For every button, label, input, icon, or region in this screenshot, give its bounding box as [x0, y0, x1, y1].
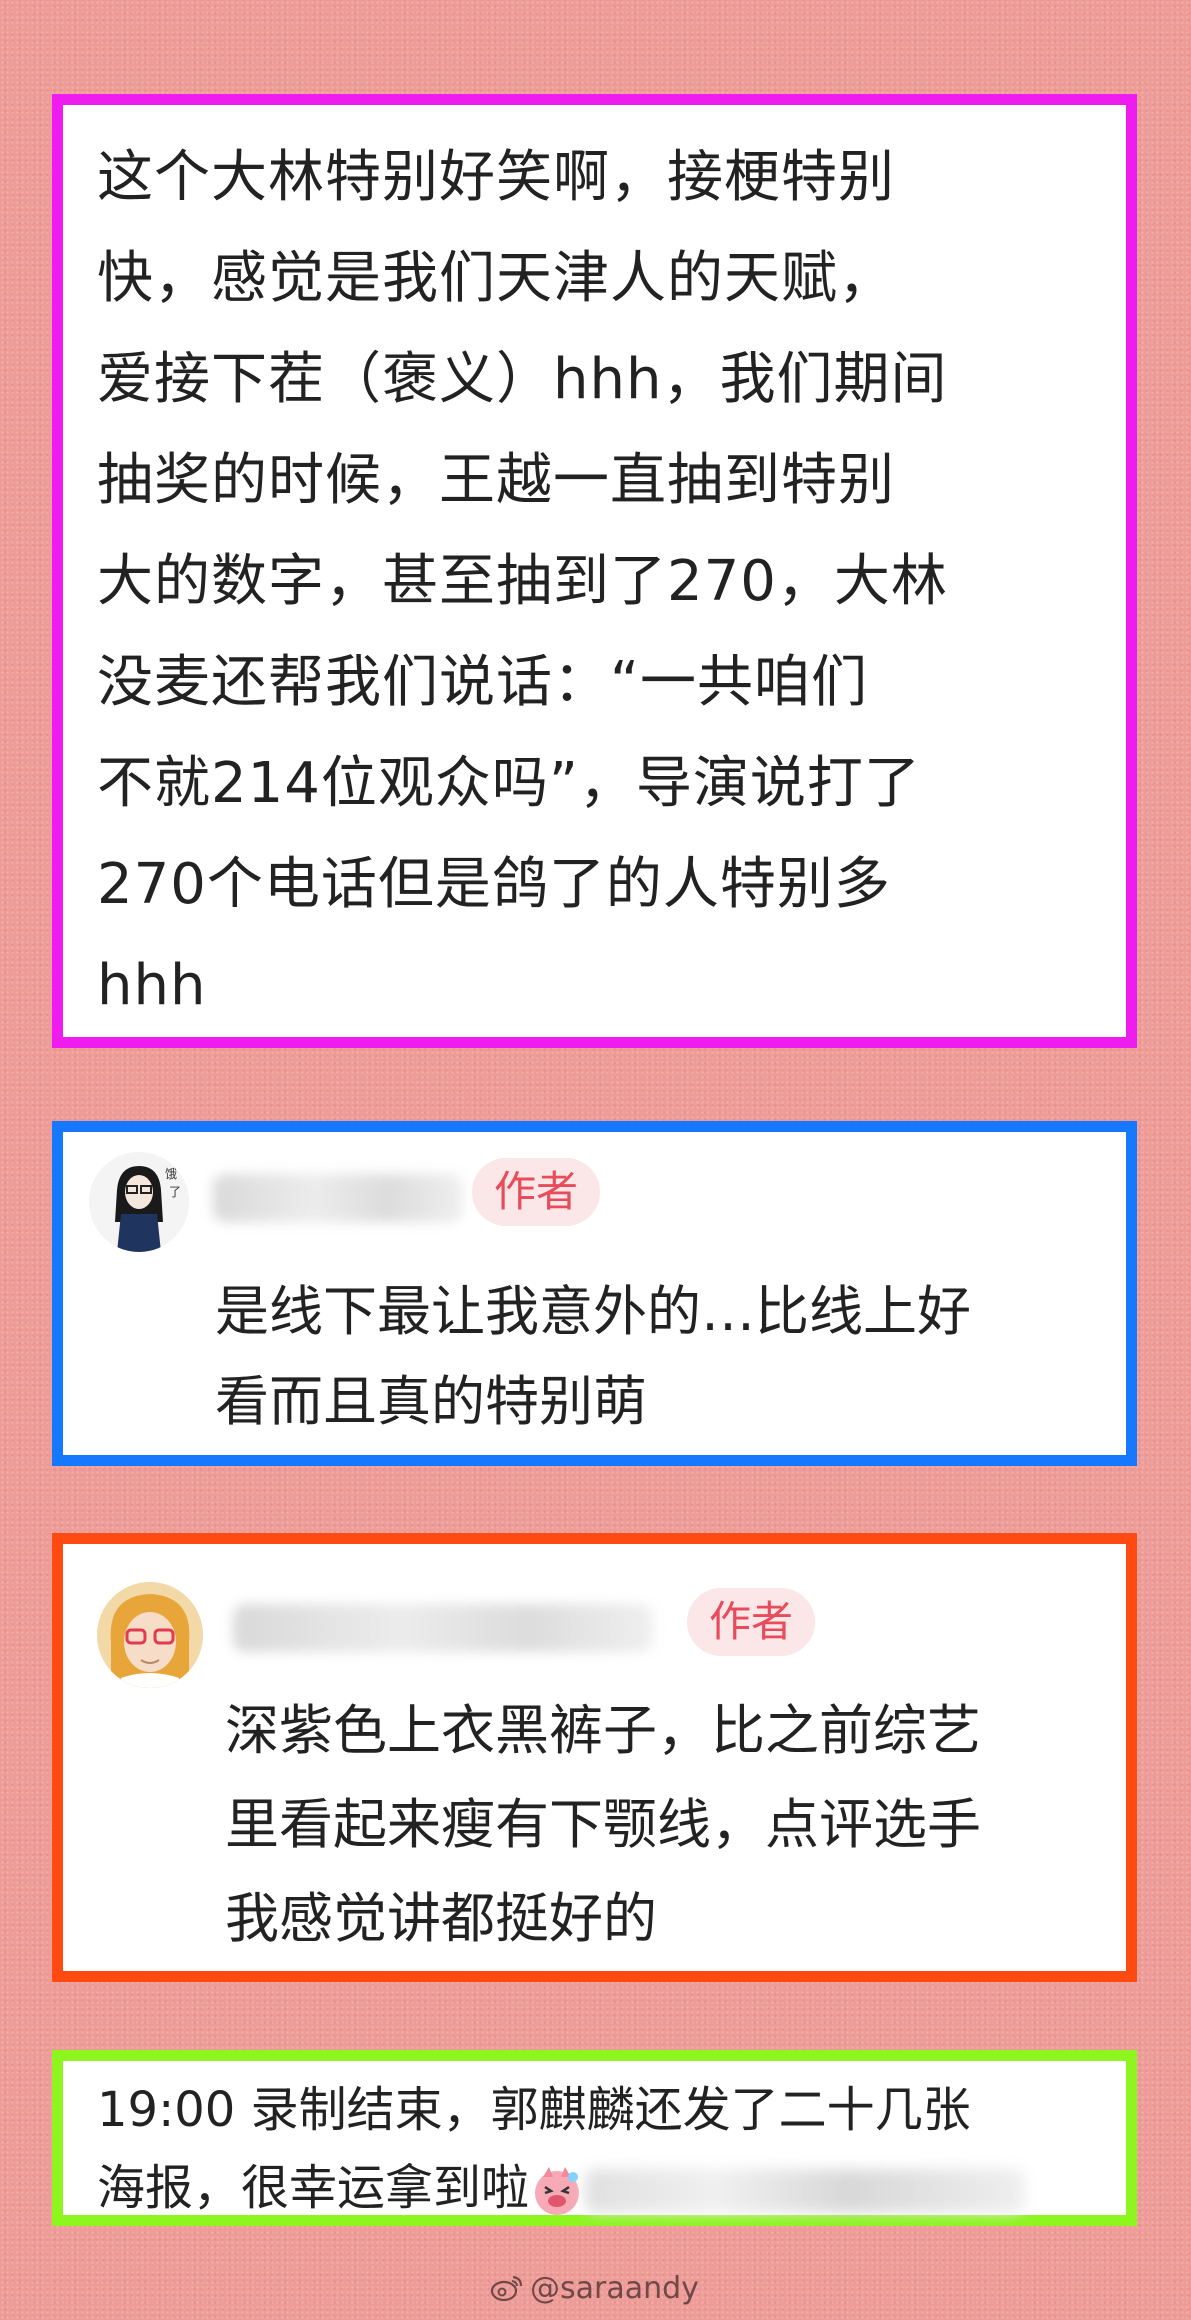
author-badge: 作者 [687, 1588, 816, 1656]
post-line: 没麦还帮我们说话：“一共咱们 [97, 650, 869, 715]
post-line: 这个大林特别好笑啊，接梗特别 [97, 145, 895, 210]
post-line: hhh [97, 953, 207, 1018]
reply-line: 是线下最让我意外的…比线上好 [215, 1280, 971, 1343]
post-line: 快，感觉是我们天津人的天赋， [97, 246, 895, 311]
post-line: 不就214位观众吗”，导演说打了 [97, 751, 921, 816]
reply-line: 我感觉讲都挺好的 [225, 1887, 657, 1950]
author-badge: 作者 [472, 1158, 601, 1226]
reply-text: 深紫色上衣黑裤子，比之前综艺 里看起来瘦有下颚线，点评选手 我感觉讲都挺好的 [225, 1684, 1125, 1966]
reply-line: 深紫色上衣黑裤子，比之前综艺 [225, 1699, 981, 1762]
post-line: 270个电话但是鸽了的人特别多 [97, 852, 891, 917]
note-text: 19:00 录制结束，郭麒麟还发了二十几张 海报，很幸运拿到啦 [97, 2071, 1097, 2227]
username-blurred[interactable] [213, 1174, 463, 1222]
avatar-photo-icon [97, 1582, 203, 1688]
reply-card-1: 饿 了 作者 是线下最让我意外的…比线上好 看而且真的特别萌 [52, 1121, 1137, 1466]
reply-text: 是线下最让我意外的…比线上好 看而且真的特别萌 [215, 1267, 1115, 1447]
post-line: 抽奖的时候，王越一直抽到特别 [97, 448, 895, 513]
avatar[interactable]: 饿 了 [89, 1152, 189, 1252]
post-text: 这个大林特别好笑啊，接梗特别 快，感觉是我们天津人的天赋， 爱接下茬（褒义）hhh，… [97, 127, 1098, 1036]
username-blurred[interactable] [233, 1604, 653, 1652]
watermark-handle: @saraandy [530, 2270, 699, 2306]
laughing-pig-emoji-icon [535, 2167, 580, 2215]
reply-line: 看而且真的特别萌 [215, 1370, 647, 1433]
post-line: 大的数字，甚至抽到了270，大林 [97, 549, 948, 614]
post-line: 爱接下茬（褒义）hhh，我们期间 [97, 347, 948, 412]
reply-card-2: 作者 深紫色上衣黑裤子，比之前综艺 里看起来瘦有下颚线，点评选手 我感觉讲都挺好的 [52, 1533, 1137, 1982]
note-line-1: 19:00 录制结束，郭麒麟还发了二十几张 [97, 2082, 971, 2138]
avatar[interactable] [97, 1582, 203, 1688]
blurred-text [585, 2169, 1026, 2213]
note-line-2: 海报，很幸运拿到啦 [97, 2160, 530, 2216]
svg-text:了: 了 [169, 1185, 181, 1199]
weibo-icon [490, 2275, 523, 2302]
svg-text:饿: 饿 [165, 1167, 177, 1181]
post-card: 这个大林特别好笑啊，接梗特别 快，感觉是我们天津人的天赋， 爱接下茬（褒义）hhh，… [52, 94, 1137, 1048]
reply-line: 里看起来瘦有下颚线，点评选手 [225, 1793, 981, 1856]
watermark: @saraandy [490, 2268, 699, 2308]
avatar-girl-sketch-icon: 饿 了 [89, 1152, 189, 1252]
note-card: 19:00 录制结束，郭麒麟还发了二十几张 海报，很幸运拿到啦 [52, 2050, 1137, 2226]
